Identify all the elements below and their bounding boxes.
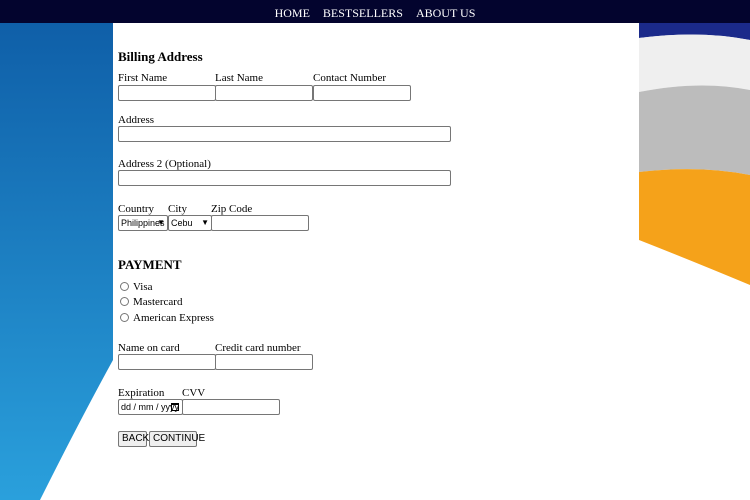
- mastercard-label: Mastercard: [133, 296, 183, 308]
- address2-label: Address 2 (Optional): [118, 158, 211, 170]
- payment-option-visa[interactable]: Visa: [120, 281, 153, 293]
- name-on-card-label: Name on card: [118, 342, 180, 354]
- card-number-field[interactable]: [215, 354, 313, 370]
- address-label: Address: [118, 114, 155, 126]
- nav-bestsellers-link[interactable]: BESTSELLERS: [323, 6, 403, 20]
- back-button[interactable]: BACK: [118, 431, 149, 447]
- payment-heading: PAYMENT: [118, 257, 182, 272]
- checkout-form-panel: Billing Address First Name Last Name Con…: [113, 23, 639, 500]
- contact-number-field[interactable]: [313, 85, 411, 101]
- american-express-label: American Express: [133, 312, 214, 324]
- visa-label: Visa: [133, 281, 153, 293]
- expiration-date-field[interactable]: dd / mm / yyyy: [118, 399, 183, 415]
- calendar-icon[interactable]: [171, 403, 179, 411]
- country-select[interactable]: Philippines ▼: [118, 215, 168, 231]
- name-on-card-field[interactable]: [118, 354, 216, 370]
- nav-menu: HOME BESTSELLERS ABOUT US: [0, 6, 750, 21]
- zip-code-label: Zip Code: [211, 203, 253, 215]
- chevron-down-icon: ▼: [157, 218, 165, 227]
- cvv-label: CVV: [182, 387, 206, 399]
- payment-option-mastercard[interactable]: Mastercard: [120, 296, 182, 308]
- card-number-label: Credit card number: [215, 342, 301, 354]
- radio-button[interactable]: [120, 313, 129, 322]
- first-name-label: First Name: [118, 72, 168, 84]
- city-select-value: Cebu: [171, 218, 193, 228]
- address2-field[interactable]: [118, 170, 451, 186]
- last-name-field[interactable]: [215, 85, 313, 101]
- city-select[interactable]: Cebu ▼: [168, 215, 212, 231]
- nav-home-link[interactable]: HOME: [275, 6, 310, 20]
- country-label: Country: [118, 203, 155, 215]
- city-label: City: [168, 203, 187, 215]
- expiration-label: Expiration: [118, 387, 165, 399]
- top-navigation-bar: HOME BESTSELLERS ABOUT US: [0, 0, 750, 23]
- billing-heading: Billing Address: [118, 49, 203, 64]
- continue-button[interactable]: CONTINUE: [149, 431, 205, 447]
- nav-about-us-link[interactable]: ABOUT US: [416, 6, 475, 20]
- first-name-field[interactable]: [118, 85, 216, 101]
- zip-code-field[interactable]: [211, 215, 309, 231]
- cvv-field[interactable]: [182, 399, 280, 415]
- radio-button[interactable]: [120, 297, 129, 306]
- last-name-label: Last Name: [215, 72, 263, 84]
- payment-option-american-express[interactable]: American Express: [120, 312, 214, 324]
- address-field[interactable]: [118, 126, 451, 142]
- radio-button[interactable]: [120, 282, 129, 291]
- contact-number-label: Contact Number: [313, 72, 387, 84]
- chevron-down-icon: ▼: [201, 218, 209, 227]
